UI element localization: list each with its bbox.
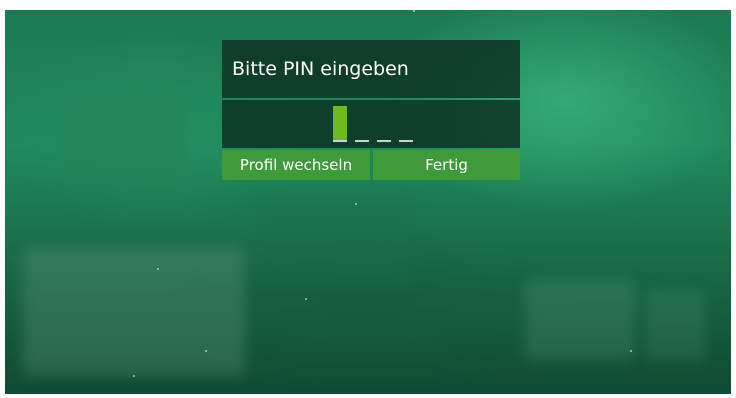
- pin-slot-3: [377, 140, 391, 142]
- background-speck: [413, 10, 415, 12]
- pin-cursor: [333, 106, 347, 140]
- background-speck: [305, 298, 307, 300]
- dialog-button-row: Profil wechseln Fertig: [222, 150, 520, 180]
- background-tile: [65, 100, 185, 180]
- background-speck: [157, 268, 159, 270]
- switch-profile-button[interactable]: Profil wechseln: [222, 150, 370, 180]
- pin-slot-2: [355, 140, 369, 142]
- pin-slot-1: [333, 140, 347, 142]
- background-speck: [630, 350, 632, 352]
- pin-input[interactable]: [222, 100, 520, 148]
- dialog-title: Bitte PIN eingeben: [222, 40, 520, 98]
- pin-dialog: Bitte PIN eingeben Profil wechseln Ferti…: [222, 40, 520, 180]
- background-tile: [525, 280, 635, 360]
- background-speck: [133, 375, 135, 377]
- background-speck: [355, 203, 357, 205]
- background-tile: [255, 198, 415, 288]
- background-tile: [23, 248, 245, 376]
- background-tile: [645, 290, 705, 360]
- done-button[interactable]: Fertig: [373, 150, 520, 180]
- pin-slot-4: [399, 140, 413, 142]
- background-speck: [205, 350, 207, 352]
